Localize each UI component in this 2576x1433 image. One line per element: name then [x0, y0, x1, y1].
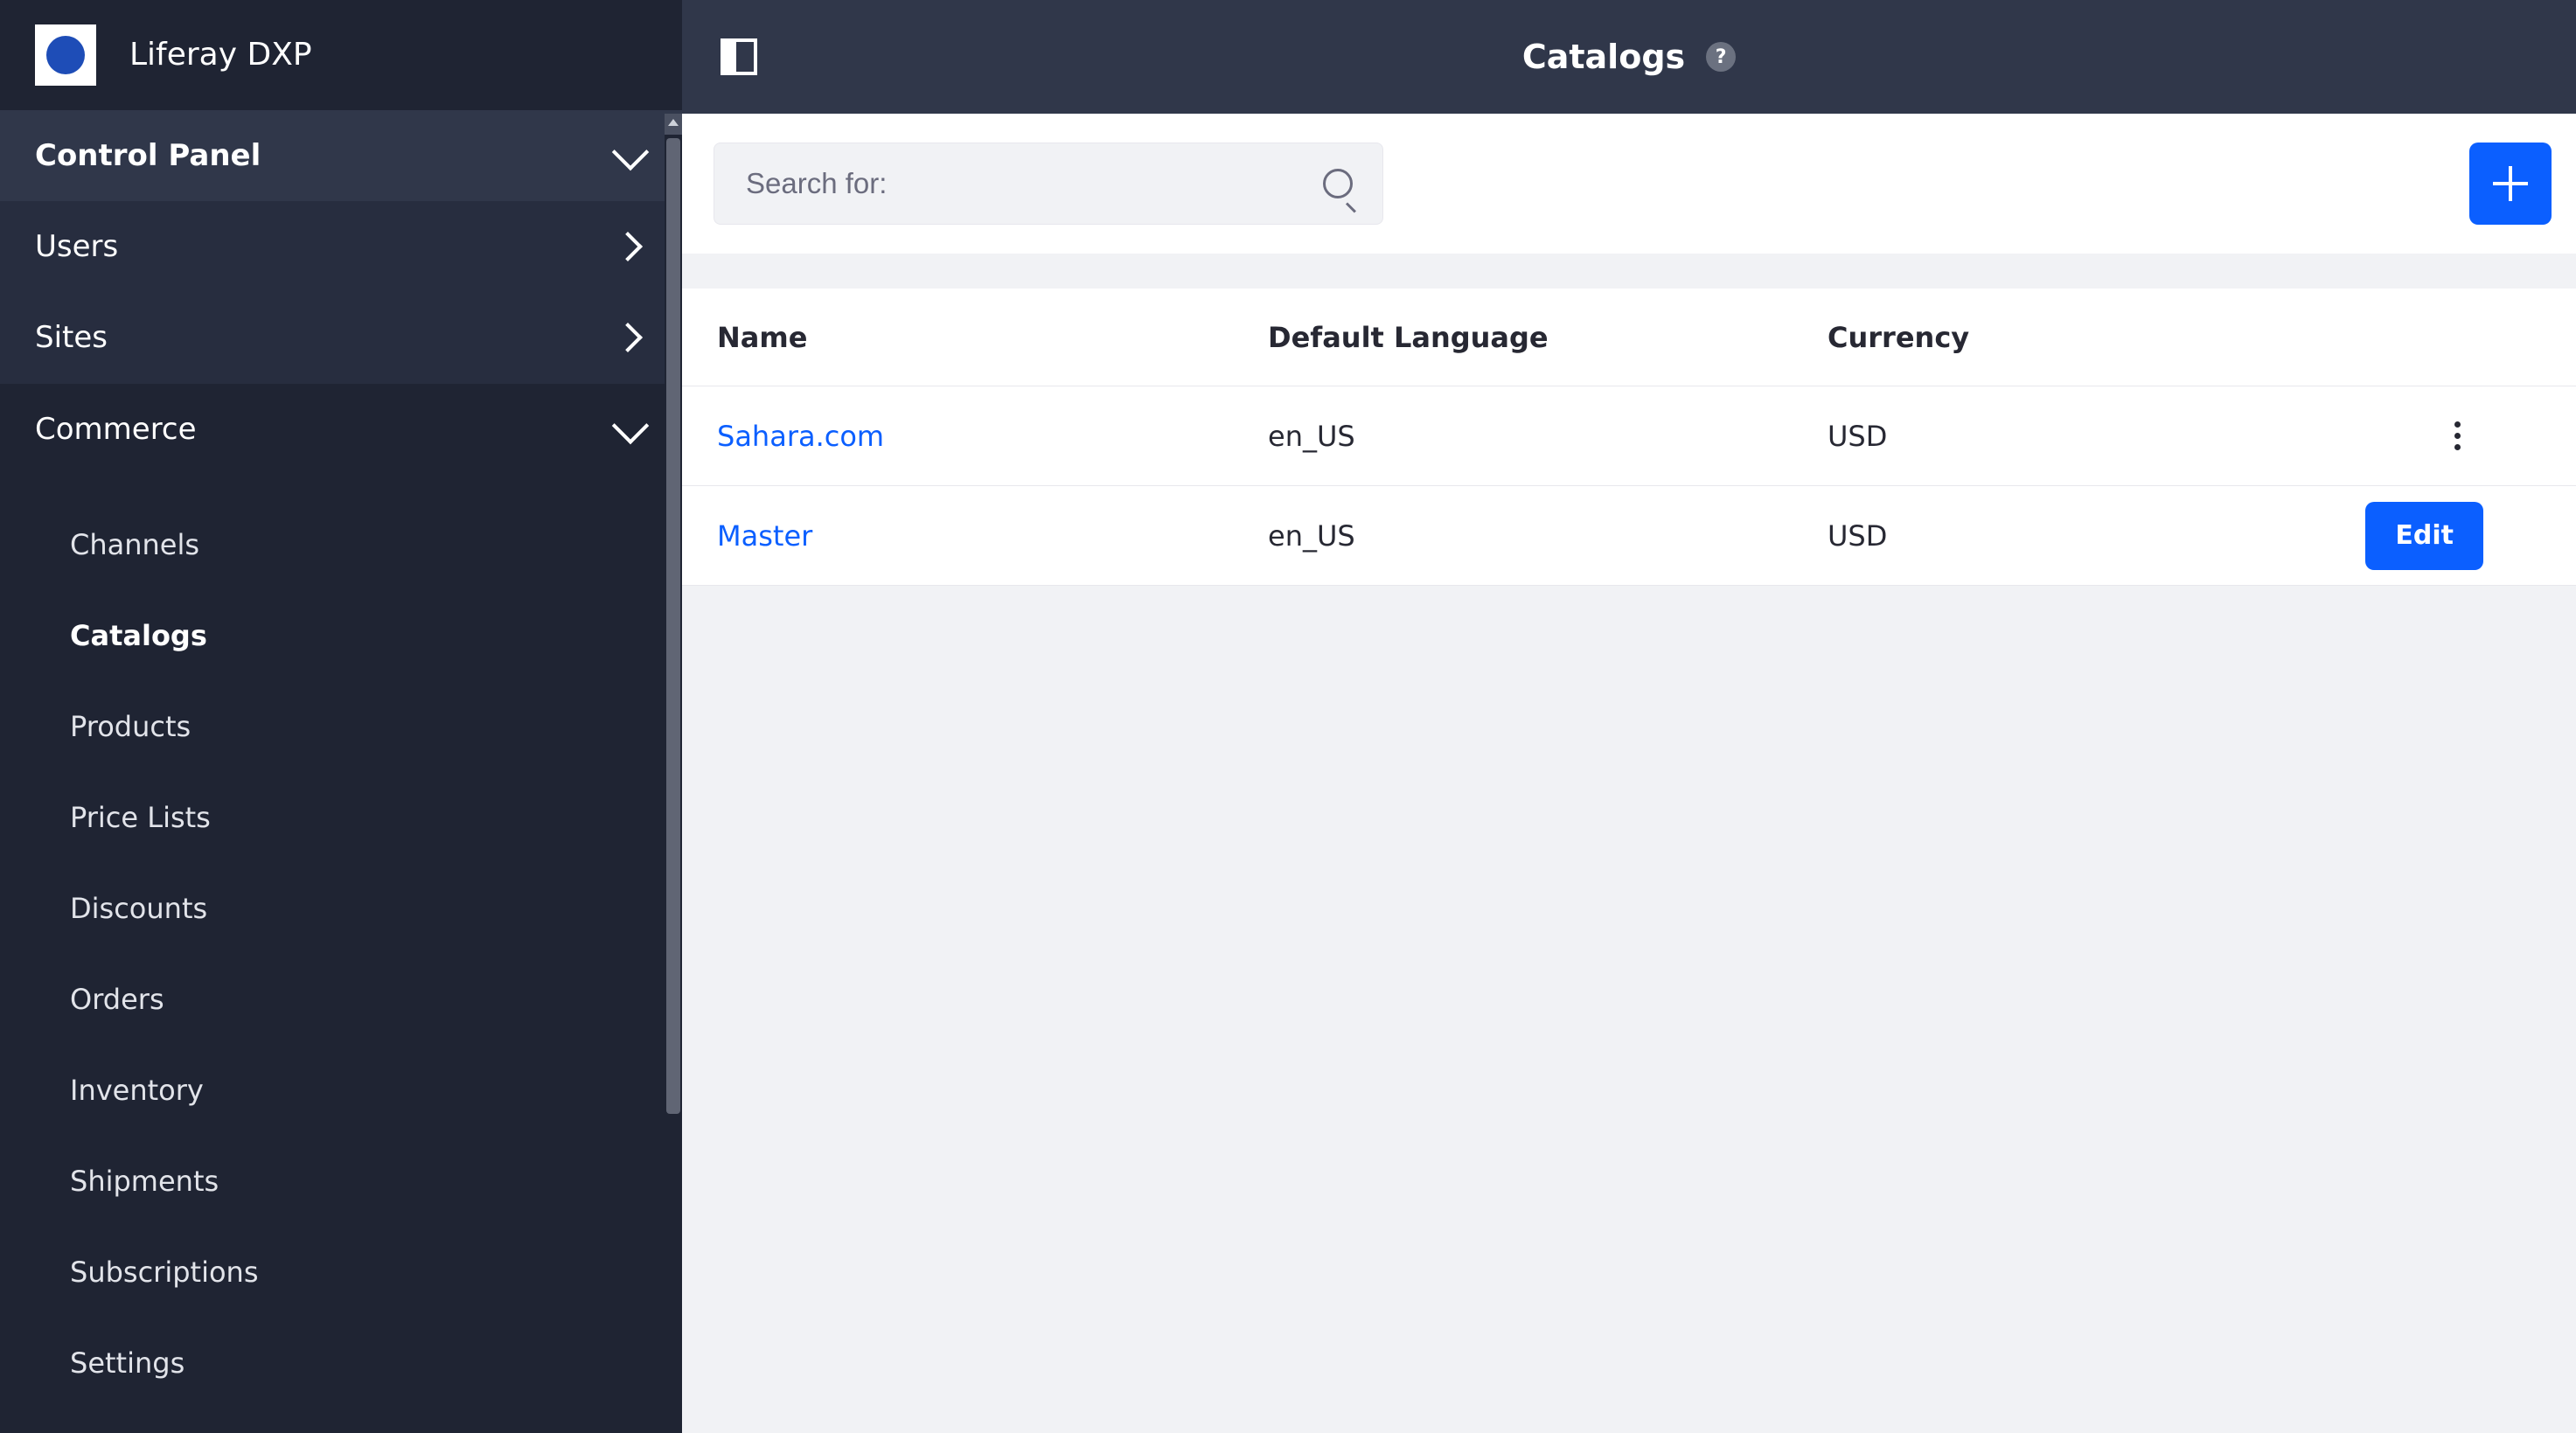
sidebar-item-channels[interactable]: Channels: [0, 499, 682, 590]
col-currency: Currency: [1828, 321, 2308, 354]
sidebar-item-inventory[interactable]: Inventory: [0, 1045, 682, 1136]
topbar: Catalogs ?: [682, 0, 2576, 114]
table-row[interactable]: Sahara.com en_US USD: [682, 386, 2576, 486]
sidebar-scrollbar[interactable]: [665, 114, 682, 1433]
chevron-down-icon: [612, 407, 649, 444]
col-language: Default Language: [1268, 321, 1828, 354]
col-name: Name: [717, 321, 1268, 354]
toolbar: [682, 114, 2576, 254]
chevron-right-icon: [613, 232, 643, 261]
section-commerce[interactable]: Commerce: [0, 384, 682, 475]
section-label: Commerce: [35, 412, 197, 447]
row-actions: Edit: [2308, 502, 2492, 570]
section-control-panel[interactable]: Control Panel: [0, 110, 682, 201]
catalog-name-link[interactable]: Master: [717, 519, 1268, 553]
help-icon[interactable]: ?: [1706, 42, 1736, 72]
catalog-language: en_US: [1268, 420, 1828, 453]
sidebar-item-price-lists[interactable]: Price Lists: [0, 772, 682, 863]
sidebar-item-label: Settings: [70, 1346, 184, 1380]
sidebar: Liferay DXP Control Panel Users Sites Co…: [0, 0, 682, 1433]
sidebar-item-products[interactable]: Products: [0, 681, 682, 772]
brand: Liferay DXP: [0, 0, 682, 110]
catalog-currency: USD: [1828, 420, 2308, 453]
table-row[interactable]: Master en_US USD Edit: [682, 486, 2576, 586]
sidebar-item-label: Shipments: [70, 1165, 219, 1198]
main: Catalogs ? Name Default Language Currenc…: [682, 0, 2576, 1433]
commerce-submenu: Channels Catalogs Products Price Lists D…: [0, 475, 682, 1433]
search-input[interactable]: [746, 167, 1323, 200]
dock-toggle-icon[interactable]: [721, 38, 757, 75]
sidebar-item-settings[interactable]: Settings: [0, 1318, 682, 1409]
sidebar-item-label: Subscriptions: [70, 1256, 259, 1289]
app-root: Liferay DXP Control Panel Users Sites Co…: [0, 0, 2576, 1433]
sidebar-item-shipments[interactable]: Shipments: [0, 1136, 682, 1227]
search-box: [714, 143, 1383, 225]
sidebar-item-label: Channels: [70, 528, 199, 561]
search-icon[interactable]: [1323, 169, 1353, 198]
chevron-down-icon: [612, 134, 649, 170]
catalog-name-link[interactable]: Sahara.com: [717, 420, 1268, 453]
sidebar-item-label: Orders: [70, 983, 164, 1016]
section-label: Control Panel: [35, 138, 261, 173]
content-gap: [682, 254, 2576, 289]
catalog-language: en_US: [1268, 519, 1828, 553]
chevron-right-icon: [613, 323, 643, 352]
sidebar-item-label: Discounts: [70, 892, 207, 925]
page-title-wrap: Catalogs ?: [682, 38, 2576, 76]
section-label: Sites: [35, 320, 108, 355]
section-users[interactable]: Users: [0, 201, 682, 292]
sidebar-item-subscriptions[interactable]: Subscriptions: [0, 1227, 682, 1318]
sidebar-item-orders[interactable]: Orders: [0, 954, 682, 1045]
row-actions: [2308, 410, 2492, 463]
scroll-up-icon: [668, 119, 679, 126]
scroll-thumb[interactable]: [666, 138, 680, 1114]
sidebar-item-label: Catalogs: [70, 619, 207, 652]
edit-button[interactable]: Edit: [2365, 502, 2483, 570]
sidebar-item-label: Inventory: [70, 1074, 204, 1107]
row-menu-button[interactable]: [2431, 410, 2483, 463]
add-button[interactable]: [2469, 143, 2552, 225]
page-title: Catalogs: [1522, 38, 1685, 76]
brand-title: Liferay DXP: [129, 37, 312, 73]
section-label: Users: [35, 229, 118, 264]
plus-icon: [2493, 166, 2528, 201]
sidebar-item-discounts[interactable]: Discounts: [0, 863, 682, 954]
sidebar-item-label: Price Lists: [70, 801, 211, 834]
table-header: Name Default Language Currency: [682, 289, 2576, 386]
sidebar-item-label: Products: [70, 710, 191, 743]
brand-logo-icon: [35, 24, 96, 86]
catalogs-table: Name Default Language Currency Sahara.co…: [682, 289, 2576, 586]
catalog-currency: USD: [1828, 519, 2308, 553]
section-sites[interactable]: Sites: [0, 292, 682, 383]
sidebar-item-catalogs[interactable]: Catalogs: [0, 590, 682, 681]
